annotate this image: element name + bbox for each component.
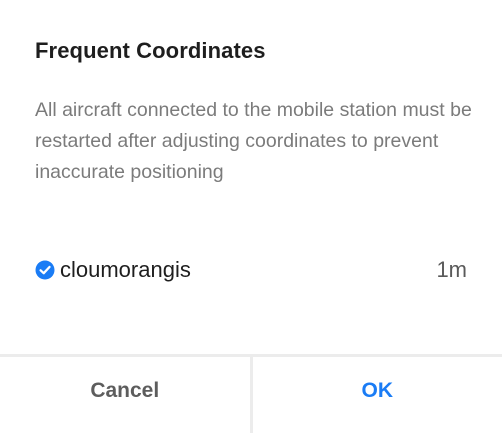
coordinate-option[interactable]: cloumorangis 1m xyxy=(35,254,467,286)
coordinate-option-value: 1m xyxy=(436,257,467,282)
dialog-title: Frequent Coordinates xyxy=(35,38,266,63)
dialog-buttons: Cancel OK xyxy=(0,357,502,433)
cancel-button[interactable]: Cancel xyxy=(0,357,250,433)
coordinate-option-label: cloumorangis xyxy=(60,257,191,282)
frequent-coordinates-dialog: Frequent Coordinates All aircraft connec… xyxy=(0,0,502,433)
ok-button[interactable]: OK xyxy=(253,357,502,433)
dialog-message: All aircraft connected to the mobile sta… xyxy=(35,99,472,183)
check-circle-icon xyxy=(35,260,55,280)
